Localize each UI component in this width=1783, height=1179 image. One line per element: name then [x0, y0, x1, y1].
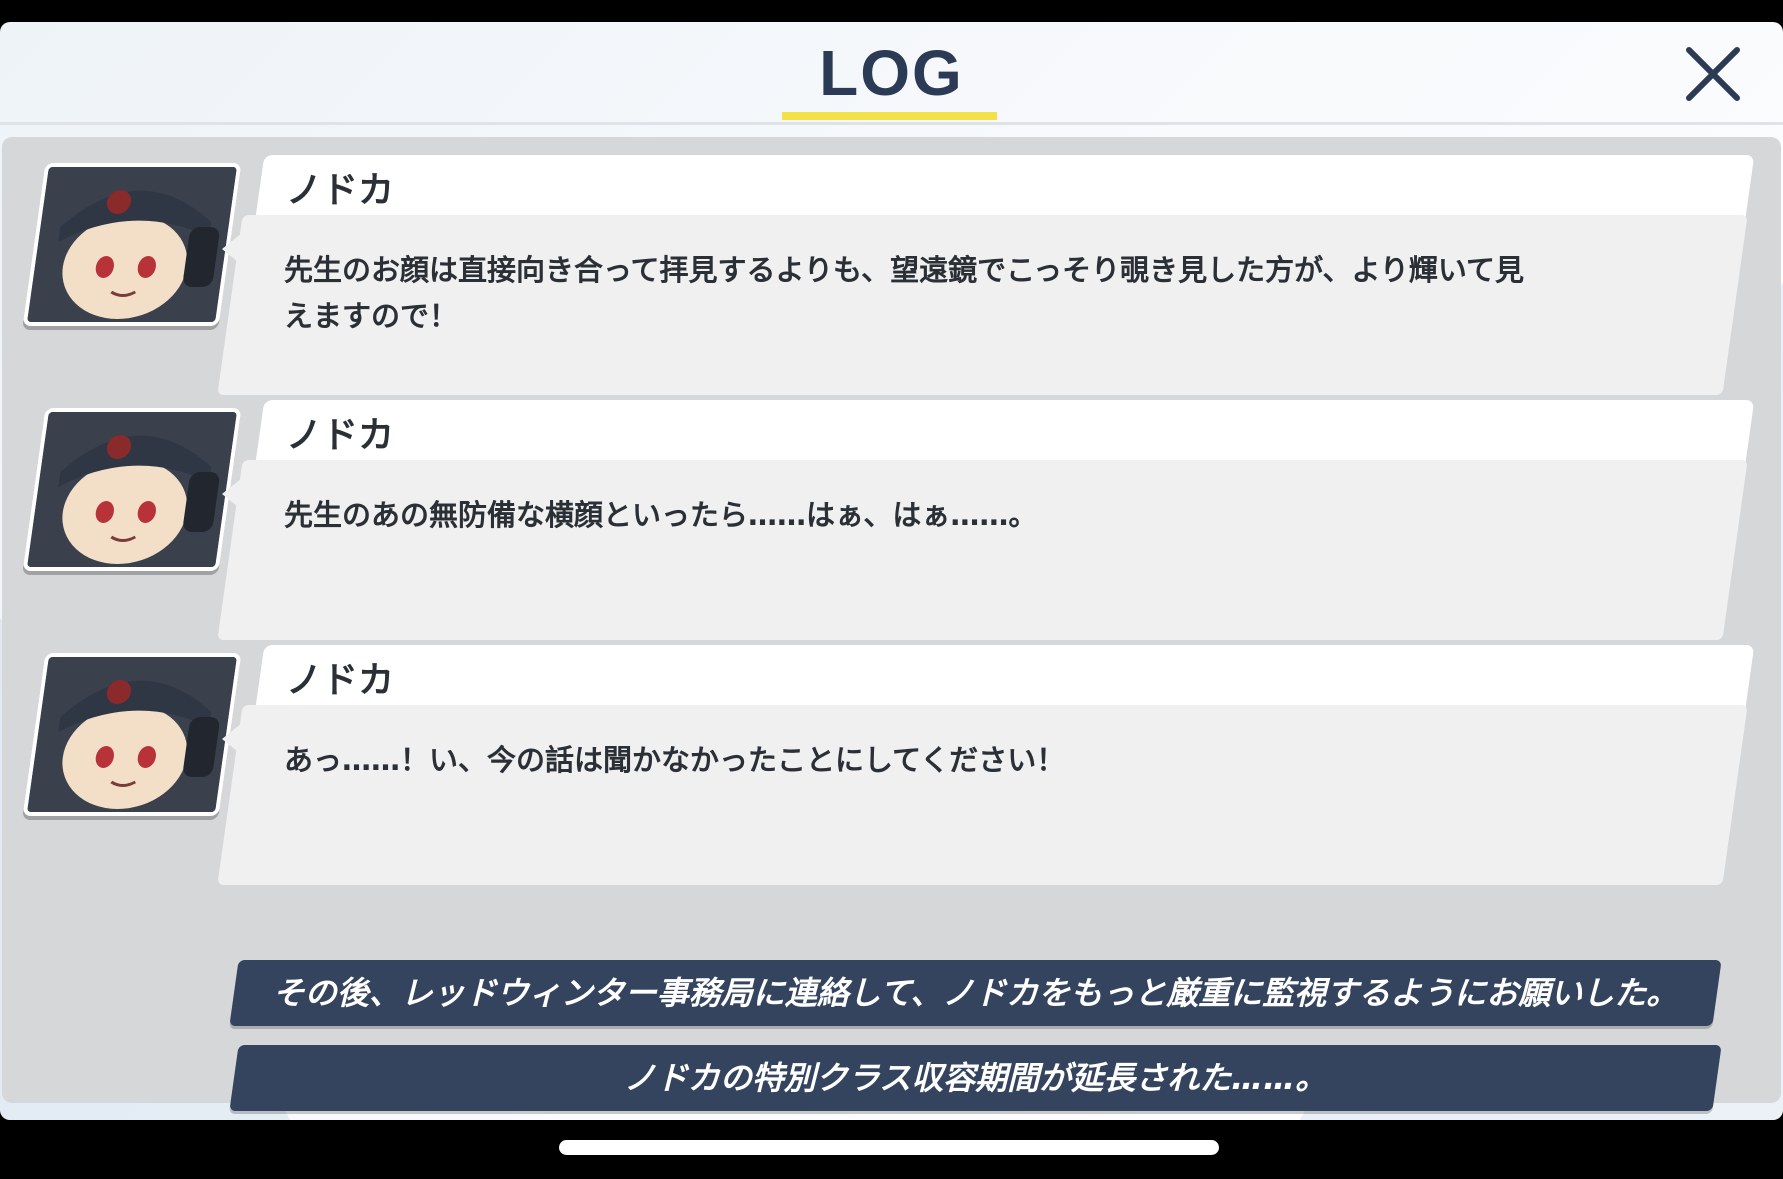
speaker-tab: [255, 400, 1755, 462]
narration-text: ノドカの特別クラス収容期間が延長された……。: [623, 1059, 1328, 1097]
speaker-name: ノドカ: [286, 415, 395, 456]
close-button[interactable]: [1679, 40, 1747, 108]
speaker-tab: [255, 645, 1755, 707]
log-entry: ノドカ 先生のお顔は直接向き合って拝見するよりも、望遠鏡でこっそり覗き見した方が…: [2, 155, 1781, 400]
bubble-tail: [222, 233, 242, 265]
dialogue-text: あっ……！い、今の話は聞かなかったことにしてください！: [284, 743, 1066, 777]
speaker-name: ノドカ: [286, 660, 395, 701]
narration-text: その後、レッドウィンター事務局に連絡して、ノドカをもっと厳重に監視するようにお願…: [272, 974, 1679, 1012]
title-underline: [782, 112, 997, 120]
dialogue-bubble: [217, 460, 1748, 640]
home-indicator[interactable]: [559, 1140, 1219, 1155]
dialogue-bubble: [217, 705, 1748, 885]
speaker-tab: [255, 155, 1755, 217]
page-title: LOG: [819, 37, 964, 109]
dialogue-text: 先生のお顔は直接向き合って拝見するよりも、望遠鏡でこっそり覗き見した方が、より輝…: [284, 253, 1525, 333]
log-entry: ノドカ 先生のあの無防備な横顔といったら……はぁ、はぁ……。: [2, 400, 1781, 645]
close-icon: [1686, 47, 1740, 101]
speaker-name: ノドカ: [286, 170, 395, 211]
log-list[interactable]: ノドカ 先生のお顔は直接向き合って拝見するよりも、望遠鏡でこっそり覗き見した方が…: [2, 137, 1781, 1111]
dialogue-text: 先生のあの無防備な横顔といったら……はぁ、はぁ……。: [284, 498, 1038, 532]
log-header: LOG: [0, 22, 1783, 125]
bubble-tail: [222, 478, 242, 510]
log-screen: LOG ノドカ 先生のお顔は直接向き合って拝見するよりも、望遠鏡でこっそり覗き見…: [0, 22, 1783, 1120]
character-avatar: [22, 653, 242, 816]
character-avatar: [22, 163, 242, 326]
log-entry: ノドカ あっ……！い、今の話は聞かなかったことにしてください！: [2, 645, 1781, 890]
character-avatar: [22, 408, 242, 571]
bubble-tail: [222, 723, 242, 755]
